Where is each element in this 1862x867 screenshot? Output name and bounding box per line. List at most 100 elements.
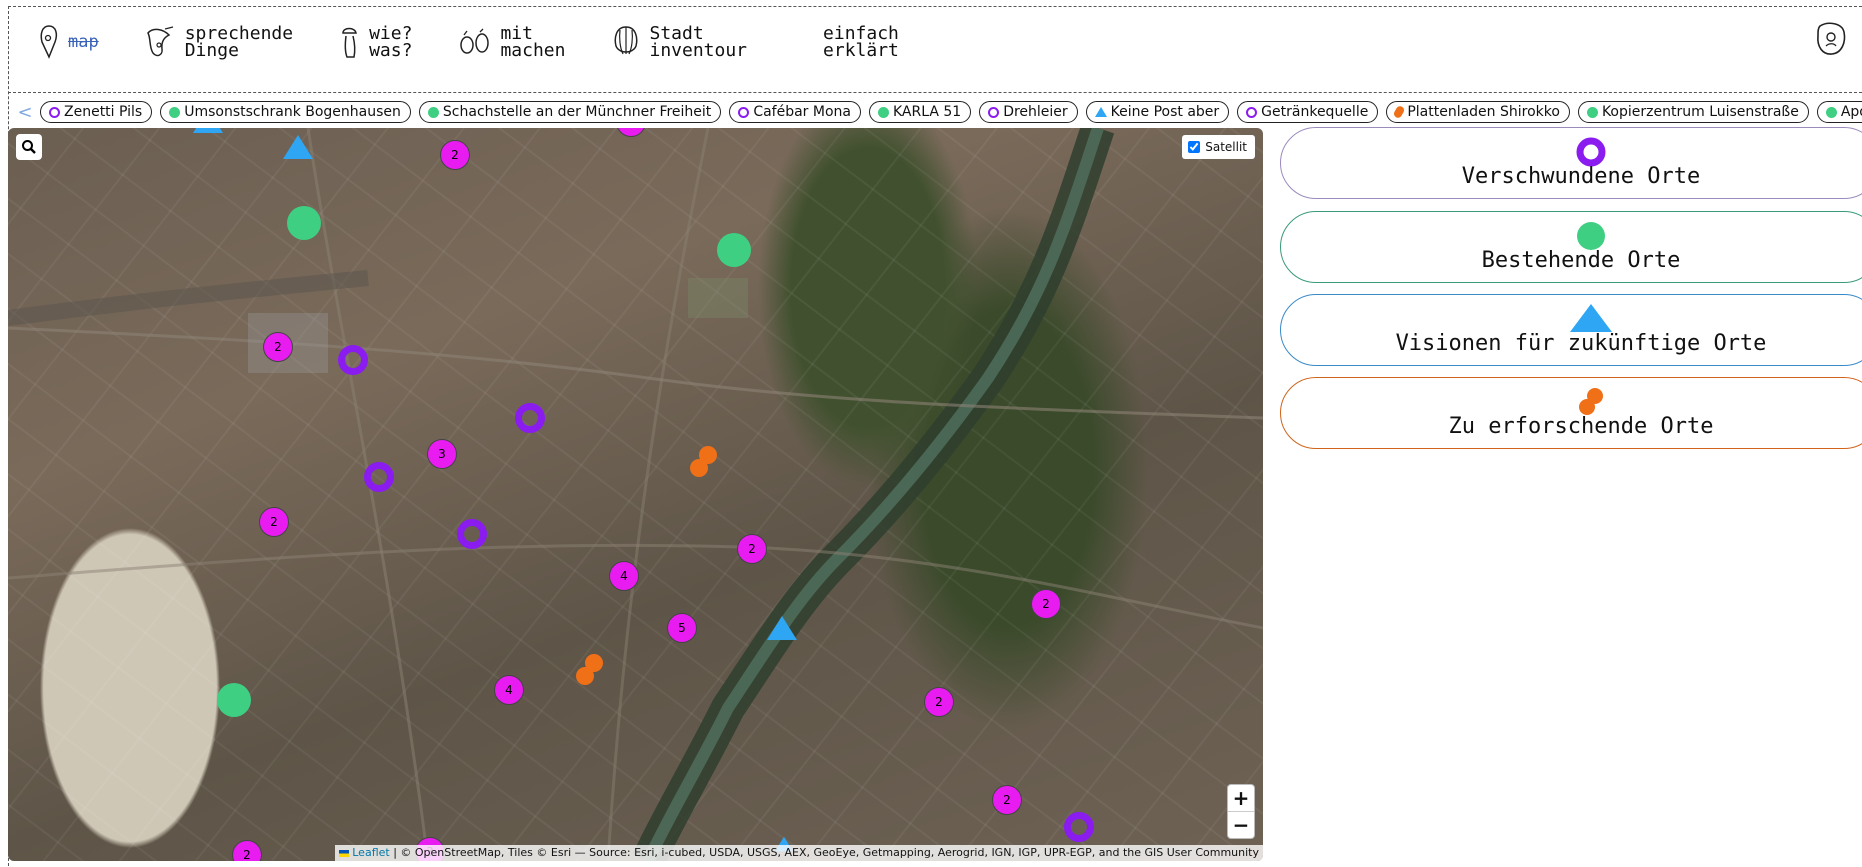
place-tag[interactable]: Keine Post aber [1085,101,1230,123]
blue-triangle-icon [1570,304,1612,332]
marker-cluster[interactable]: 2 [440,140,470,170]
nav-wie-was[interactable]: wie? was? [339,22,412,62]
zoom-control: + − [1227,784,1255,839]
marker-cluster[interactable]: 4 [609,561,639,591]
marker-vision[interactable] [283,135,313,159]
orange-marker-icon [1392,104,1406,120]
nav-stadt-inventour[interactable]: Stadt inventour [611,22,747,62]
nav-sprechende-dinge-label: sprechende Dinge [184,23,294,61]
marker-cluster[interactable]: 2 [737,534,767,564]
legend-label: Zu erforschende Orte [1448,414,1714,439]
satellite-toggle[interactable]: Satellit [1182,135,1255,159]
marker-existing[interactable] [287,206,321,240]
marker-cluster[interactable]: 5 [667,613,697,643]
legend-label: Visionen für zukünftige Orte [1395,331,1767,356]
place-tag-label: KARLA 51 [892,104,962,120]
satellite-checkbox[interactable] [1188,141,1201,153]
marker-to-explore[interactable] [572,650,608,690]
place-tag-label: Zenetti Pils [64,104,143,120]
marker-cluster[interactable]: 3 [427,439,457,469]
map-attribution: Leaflet | © OpenStreetMap, Tiles © Esri … [335,845,1263,861]
place-tag-label: Drehleier [1003,104,1068,120]
marker-vanished[interactable] [364,462,394,492]
place-tag-label: Keine Post aber [1110,104,1220,120]
ring-marker-icon [988,106,1000,118]
nav-sprechende-dinge[interactable]: sprechende Dinge [145,22,293,62]
zoom-in-button[interactable]: + [1228,785,1254,812]
marker-cluster[interactable]: 2 [992,785,1022,815]
place-tag[interactable]: Drehleier [979,101,1078,123]
nav-mit-machen-label: mit machen [500,23,566,61]
ring-marker-icon [738,106,750,118]
ring-marker-icon [49,106,60,118]
search-icon [22,140,36,154]
tri-marker-icon [1094,107,1107,117]
legend-label: Verschwundene Orte [1461,164,1701,189]
legend-existing-places[interactable]: Bestehende Orte [1280,211,1862,283]
scroll-left-arrow-icon[interactable]: < [10,102,40,123]
marker-vanished[interactable] [457,519,487,549]
leaflet-flag-icon [339,849,350,857]
speaking-things-icon [146,26,173,57]
pin-icon [40,25,58,59]
main-nav: map sprechende Dinge wie? was? mit mache… [38,22,945,70]
legend-label: Bestehende Orte [1481,248,1681,273]
place-tag-label: Schachstelle an der Münchner Freiheit [442,104,712,120]
ring-marker-icon [1246,106,1258,118]
place-tag[interactable]: Umsonstschrank Bogenhausen [160,101,411,123]
nav-map-label: map [68,31,99,52]
place-tag-label: Cafébar Mona [753,104,851,120]
profile-button[interactable] [1814,20,1848,62]
place-tag[interactable]: Apotheker [1816,101,1862,123]
river-isar [8,128,1263,861]
green-marker-icon [877,106,889,118]
marker-existing[interactable] [717,233,751,267]
place-tag[interactable]: Zenetti Pils [40,101,153,123]
profile-icon [1817,22,1846,55]
marker-cluster[interactable]: 2 [924,687,954,717]
zoom-out-button[interactable]: − [1228,812,1254,838]
legend-places-to-explore[interactable]: Zu erforschende Orte [1280,377,1862,449]
nav-map[interactable]: map [38,22,99,62]
place-tag-label: Umsonstschrank Bogenhausen [184,104,401,120]
leaflet-link[interactable]: Leaflet [352,846,389,859]
place-tag[interactable]: Getränkequelle [1237,101,1379,123]
lamp-icon [615,26,638,55]
place-tag[interactable]: Kopierzentrum Luisenstraße [1577,101,1809,123]
hands-icon [460,28,490,54]
marker-cluster[interactable]: 2 [259,507,289,537]
nav-einfach-erklaert[interactable]: einfach erklärt [815,22,899,62]
place-tag[interactable]: KARLA 51 [868,101,972,123]
legend-future-visions[interactable]: Visionen für zukünftige Orte [1280,294,1862,366]
attribution-text: | © OpenStreetMap, Tiles © Esri — Source… [389,846,1259,859]
place-tag[interactable]: Schachstelle an der Münchner Freiheit [418,101,722,123]
green-marker-icon [1825,106,1837,118]
nav-stadt-inventour-label: Stadt inventour [649,23,748,61]
place-tag-label: Apotheker [1840,104,1862,120]
place-tag[interactable]: Plattenladen Shirokko [1386,101,1570,123]
map-search-button[interactable] [16,134,42,160]
nav-mit-machen[interactable]: mit machen [458,22,565,62]
purple-ring-icon [1576,137,1606,167]
marker-cluster[interactable]: 2 [1031,589,1061,619]
marker-vanished[interactable] [338,345,368,375]
green-marker-icon [169,106,181,118]
marker-cluster[interactable]: 4 [494,675,524,705]
legend-vanished-places[interactable]: Verschwundene Orte [1280,127,1862,199]
place-tag-strip: < Zenetti Pils Umsonstschrank Bogenhausen… [10,98,1862,126]
marker-vision[interactable] [767,616,797,640]
orange-double-dot-icon [690,446,717,477]
marker-cluster[interactable]: 2 [263,332,293,362]
marker-vanished[interactable] [515,403,545,433]
place-tag-label: Kopierzentrum Luisenstraße [1601,104,1799,120]
nav-wie-was-label: wie? was? [369,23,413,61]
place-tag[interactable]: Cafébar Mona [729,101,861,123]
map-view[interactable]: Satellit 2 2 3 2 4 2 5 2 4 2 2 2 3 + − L… [8,128,1263,861]
marker-vanished[interactable] [1064,812,1094,842]
place-tag-list: Zenetti Pils Umsonstschrank Bogenhausen Sc… [40,101,1862,123]
marker-vision[interactable] [193,128,223,133]
marker-to-explore[interactable] [686,442,722,482]
orange-double-dot-icon [576,654,603,685]
marker-existing[interactable] [217,683,251,717]
place-tag-label: Plattenladen Shirokko [1407,104,1560,120]
